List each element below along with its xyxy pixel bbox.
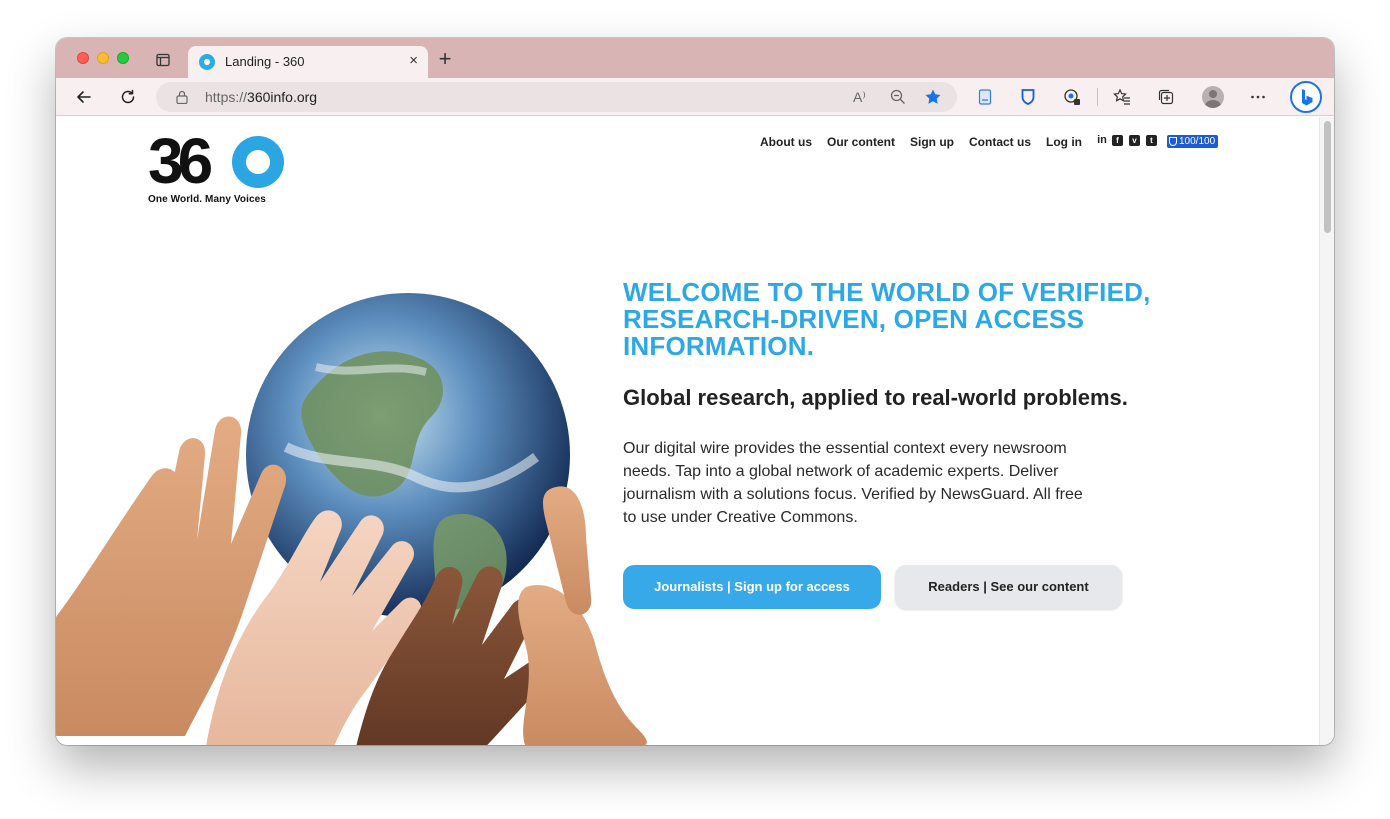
browser-toolbar: https://360info.org A⁾: [56, 78, 1334, 116]
favorite-star-icon[interactable]: [924, 88, 942, 106]
page-scrollbar[interactable]: [1319, 117, 1334, 745]
tab-actions-icon[interactable]: [155, 52, 171, 68]
nav-log-in[interactable]: Log in: [1046, 135, 1082, 149]
nav-contact-us[interactable]: Contact us: [969, 135, 1031, 149]
new-tab-button[interactable]: +: [436, 48, 454, 70]
hero-headline: WELCOME TO THE WORLD OF VERIFIED, RESEAR…: [623, 277, 1151, 361]
hero-image-hands-globe: [56, 293, 647, 745]
newsguard-shield-icon: [1169, 137, 1177, 146]
close-tab-icon[interactable]: ×: [409, 53, 418, 69]
minimize-window-button[interactable]: [97, 52, 109, 64]
tab-strip: Landing - 360 × +: [56, 38, 1334, 78]
nav-sign-up[interactable]: Sign up: [910, 135, 954, 149]
browser-window: Landing - 360 × + https://360info.org A⁾: [56, 38, 1334, 745]
newsguard-score: 100/100: [1179, 136, 1216, 147]
nav-about-us[interactable]: About us: [760, 135, 812, 149]
twitter-icon[interactable]: t: [1146, 135, 1157, 146]
web-page: 36 One World. Many Voices About us Our c…: [56, 117, 1319, 745]
reader-view-icon[interactable]: [976, 88, 994, 106]
copilot-bing-button[interactable]: [1290, 81, 1322, 113]
newsguard-badge[interactable]: 100/100: [1167, 135, 1219, 148]
hero-subheading: Global research, applied to real-world p…: [623, 385, 1128, 410]
tab-title: Landing - 360: [225, 54, 305, 69]
vimeo-icon[interactable]: v: [1129, 135, 1140, 146]
address-bar[interactable]: https://360info.org A⁾: [156, 82, 957, 112]
top-navigation: About us Our content Sign up Contact us …: [760, 133, 1097, 151]
close-window-button[interactable]: [77, 52, 89, 64]
back-arrow-icon[interactable]: [75, 88, 93, 106]
site-favicon-icon: [199, 54, 215, 70]
more-options-icon[interactable]: [1249, 88, 1267, 106]
readers-content-button[interactable]: Readers | See our content: [895, 565, 1122, 609]
favorites-icon[interactable]: [1113, 88, 1131, 106]
toolbar-separator: [1097, 88, 1098, 106]
zoom-out-icon[interactable]: [889, 88, 907, 106]
collections-icon[interactable]: [1157, 88, 1175, 106]
tracking-prevention-icon[interactable]: [1063, 88, 1081, 106]
read-aloud-icon[interactable]: A⁾: [853, 88, 871, 106]
linkedin-icon[interactable]: in: [1095, 135, 1109, 146]
hero-body-text: Our digital wire provides the essential …: [623, 440, 1083, 526]
site-logo[interactable]: 36 One World. Many Voices: [148, 125, 288, 213]
reload-icon[interactable]: [119, 88, 137, 106]
bing-logo-icon: [1302, 89, 1313, 106]
url-text[interactable]: https://360info.org: [205, 89, 317, 105]
tab-landing[interactable]: Landing - 360 ×: [188, 46, 428, 78]
profile-avatar[interactable]: [1202, 86, 1224, 108]
logo-ring-icon: [232, 136, 284, 188]
bitwarden-shield-icon[interactable]: [1019, 88, 1037, 106]
maximize-window-button[interactable]: [117, 52, 129, 64]
facebook-icon[interactable]: f: [1112, 135, 1123, 146]
nav-our-content[interactable]: Our content: [827, 135, 895, 149]
lock-icon[interactable]: [176, 90, 188, 104]
scrollbar-thumb[interactable]: [1324, 121, 1331, 233]
logo-tagline: One World. Many Voices: [148, 194, 266, 205]
logo-mark: 36: [148, 125, 213, 197]
journalists-signup-button[interactable]: Journalists | Sign up for access: [623, 565, 881, 609]
